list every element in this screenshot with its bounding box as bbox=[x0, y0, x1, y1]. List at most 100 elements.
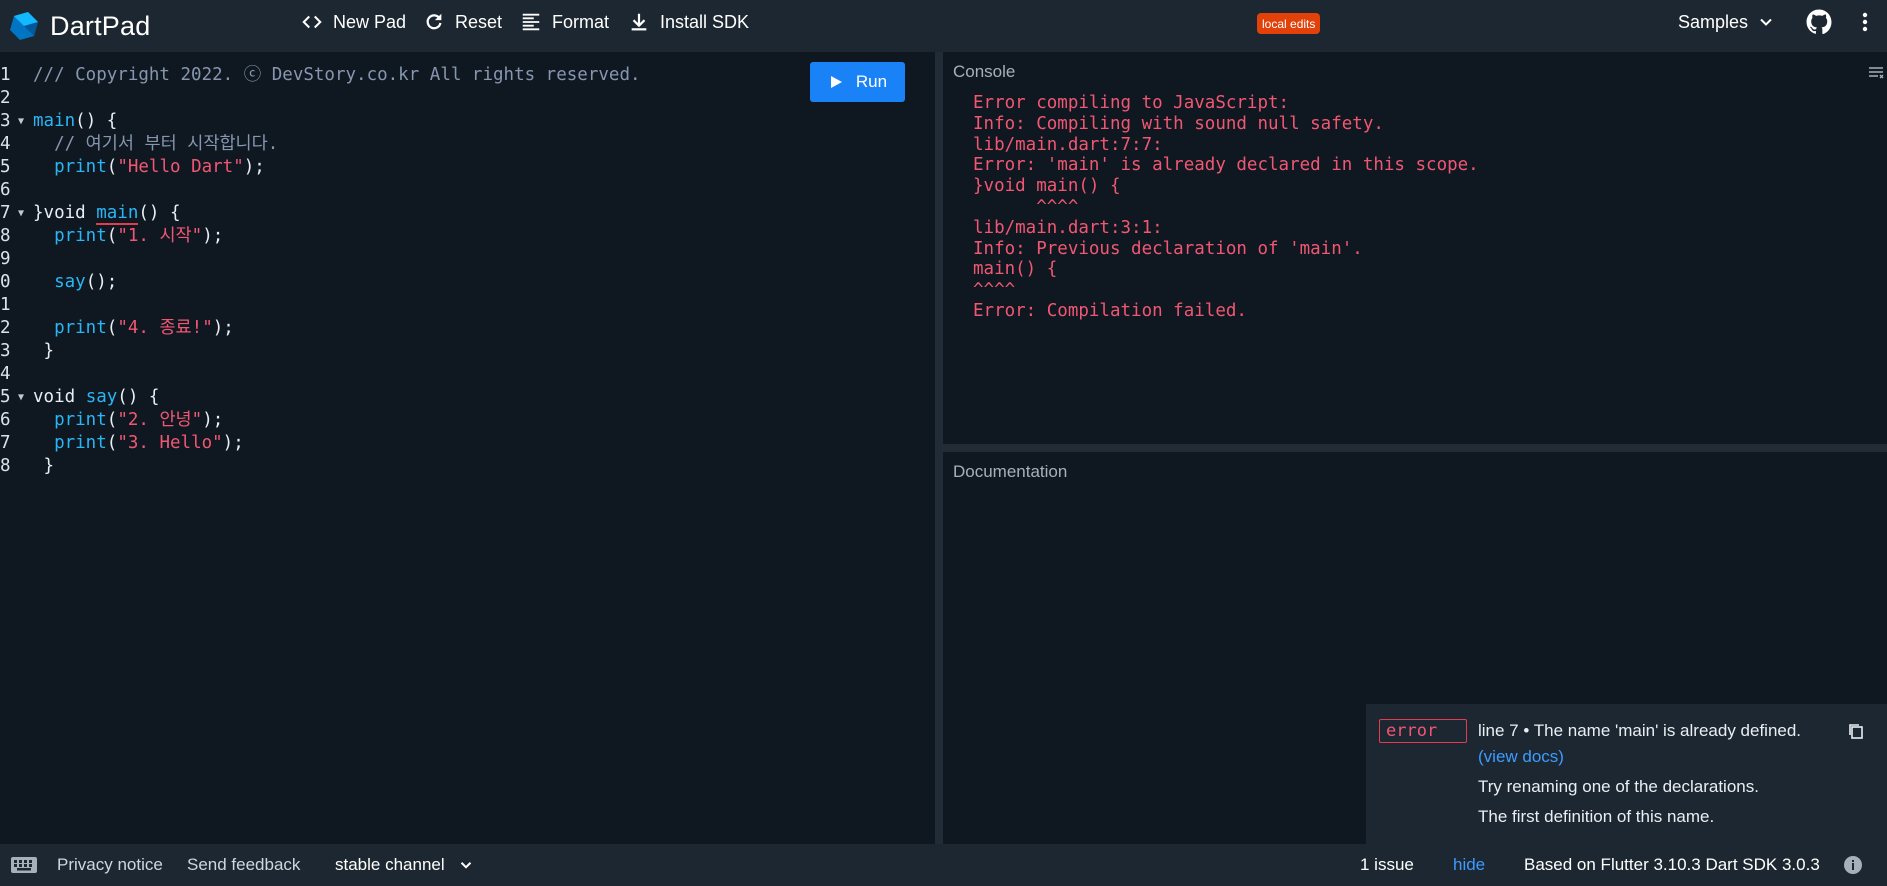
keyboard-icon bbox=[11, 857, 37, 873]
privacy-notice-link[interactable]: Privacy notice bbox=[57, 844, 163, 886]
code-line[interactable]: 0 say(); bbox=[0, 271, 930, 294]
samples-dropdown[interactable]: Samples bbox=[1678, 0, 1776, 44]
code-line[interactable]: 7 print("3. Hello"); bbox=[0, 432, 930, 455]
code-line[interactable]: 3 } bbox=[0, 340, 930, 363]
clear-console-icon[interactable] bbox=[1867, 64, 1885, 82]
code-line[interactable]: 1 bbox=[0, 294, 930, 317]
run-button[interactable]: Run bbox=[810, 62, 905, 102]
code-line[interactable]: 5 ▼ void say() { bbox=[0, 386, 930, 409]
code-text: print("1. 시작"); bbox=[33, 225, 223, 248]
horizontal-splitter[interactable] bbox=[943, 444, 1887, 452]
code-token: () { bbox=[75, 111, 118, 131]
refresh-icon bbox=[426, 13, 442, 30]
send-feedback-link[interactable]: Send feedback bbox=[187, 844, 300, 886]
code-token: print bbox=[33, 433, 107, 453]
install-sdk-button[interactable]: Install SDK bbox=[628, 0, 749, 44]
vertical-splitter[interactable] bbox=[935, 52, 943, 844]
new-pad-button[interactable]: New Pad bbox=[301, 0, 406, 44]
code-token: say bbox=[33, 272, 86, 292]
github-icon[interactable] bbox=[1806, 9, 1832, 35]
code-text: print("3. Hello"); bbox=[33, 432, 244, 455]
code-token: void bbox=[33, 387, 86, 407]
app-logo: DartPad bbox=[8, 10, 268, 42]
code-line[interactable]: 9 bbox=[0, 248, 930, 271]
code-text: print("2. 안녕"); bbox=[33, 409, 223, 432]
code-token: "3. Hello" bbox=[117, 433, 223, 453]
format-align-icon bbox=[522, 13, 540, 31]
issue-count[interactable]: 1 issue bbox=[1360, 844, 1414, 886]
more-vert-icon[interactable] bbox=[1853, 10, 1877, 34]
code-editor[interactable]: 1 /// Copyright 2022. ⓒ DevStory.co.kr Al… bbox=[0, 52, 935, 844]
line-number: 1 bbox=[0, 65, 11, 85]
code-token: ( bbox=[106, 410, 118, 430]
keyboard-shortcuts-button[interactable] bbox=[10, 844, 38, 886]
code-token: say bbox=[85, 387, 118, 407]
dart-logo-icon bbox=[10, 12, 38, 40]
channel-dropdown[interactable]: stable channel bbox=[335, 844, 475, 886]
code-token: ( bbox=[106, 433, 118, 453]
info-icon bbox=[1844, 856, 1862, 874]
code-line[interactable]: 2 bbox=[0, 87, 930, 110]
code-line[interactable]: 5 print("Hello Dart"); bbox=[0, 156, 930, 179]
code-token: } bbox=[33, 456, 55, 476]
fold-toggle-icon[interactable]: ▼ bbox=[18, 202, 24, 225]
hide-issues-link[interactable]: hide bbox=[1453, 844, 1485, 886]
code-token: print bbox=[33, 410, 107, 430]
code-token: "4. 종료!" bbox=[117, 318, 213, 338]
code-token: main bbox=[96, 203, 139, 225]
documentation-title: Documentation bbox=[953, 462, 1068, 481]
copy-icon[interactable] bbox=[1847, 722, 1865, 740]
code-line[interactable]: 8 print("1. 시작"); bbox=[0, 225, 930, 248]
code-line[interactable]: 8 } bbox=[0, 455, 930, 478]
line-number: 8 bbox=[0, 226, 11, 246]
code-token: ); bbox=[202, 410, 224, 430]
sdk-version: Based on Flutter 3.10.3 Dart SDK 3.0.3 bbox=[1524, 855, 1820, 874]
issue-message[interactable]: line 7 • The name 'main' is already defi… bbox=[1478, 721, 1801, 741]
code-token: print bbox=[33, 226, 107, 246]
code-token: () { bbox=[117, 387, 160, 407]
fold-toggle-icon[interactable]: ▼ bbox=[18, 386, 24, 409]
code-line[interactable]: 2 print("4. 종료!"); bbox=[0, 317, 930, 340]
code-line[interactable]: 4 // 여기서 부터 시작합니다. bbox=[0, 133, 930, 156]
chevron-down-icon bbox=[1760, 18, 1772, 26]
line-number: 7 bbox=[0, 203, 11, 223]
code-line[interactable]: 1 /// Copyright 2022. ⓒ DevStory.co.kr Al… bbox=[0, 64, 930, 87]
code-token: print bbox=[33, 157, 107, 177]
line-number: 4 bbox=[0, 134, 11, 154]
code-text: /// Copyright 2022. ⓒ DevStory.co.kr All… bbox=[33, 64, 641, 87]
local-edits-badge: local edits bbox=[1257, 13, 1321, 34]
fold-toggle-icon[interactable]: ▼ bbox=[18, 110, 24, 133]
line-number: 2 bbox=[0, 318, 11, 338]
code-token: ); bbox=[212, 318, 234, 338]
status-bar: Privacy notice Send feedback stable chan… bbox=[0, 844, 1887, 886]
code-line[interactable]: 6 bbox=[0, 179, 930, 202]
download-icon bbox=[631, 13, 647, 31]
console-panel: Console Error compiling to JavaScript: In… bbox=[943, 52, 1887, 444]
info-button[interactable] bbox=[1843, 844, 1863, 886]
issue-fix-text: Try renaming one of the declarations. bbox=[1478, 777, 1759, 796]
code-token: ( bbox=[106, 318, 118, 338]
line-number: 7 bbox=[0, 433, 11, 453]
issue-panel: error line 7 • The name 'main' is alread… bbox=[1366, 704, 1887, 844]
code-token: () { bbox=[138, 203, 181, 223]
reset-button[interactable]: Reset bbox=[423, 0, 502, 44]
app-name: DartPad bbox=[50, 10, 151, 41]
code-token: print bbox=[33, 318, 107, 338]
line-number: 8 bbox=[0, 456, 11, 476]
code-token: ); bbox=[243, 157, 265, 177]
code-token: ( bbox=[106, 226, 118, 246]
code-token: (); bbox=[85, 272, 118, 292]
line-number: 3 bbox=[0, 111, 11, 131]
code-line[interactable]: 6 print("2. 안녕"); bbox=[0, 409, 930, 432]
reset-label: Reset bbox=[455, 11, 503, 32]
format-button[interactable]: Format bbox=[520, 0, 609, 44]
line-number: 3 bbox=[0, 341, 11, 361]
chevron-down-icon bbox=[460, 862, 471, 869]
code-line[interactable]: 4 bbox=[0, 363, 930, 386]
code-line[interactable]: 3 ▼ main() { bbox=[0, 110, 930, 133]
code-text: print("4. 종료!"); bbox=[33, 317, 234, 340]
code-line[interactable]: 7 ▼}void main() { bbox=[0, 202, 930, 225]
code-text: // 여기서 부터 시작합니다. bbox=[33, 133, 278, 156]
samples-label: Samples bbox=[1678, 11, 1749, 32]
view-docs-link[interactable]: (view docs) bbox=[1478, 747, 1564, 767]
